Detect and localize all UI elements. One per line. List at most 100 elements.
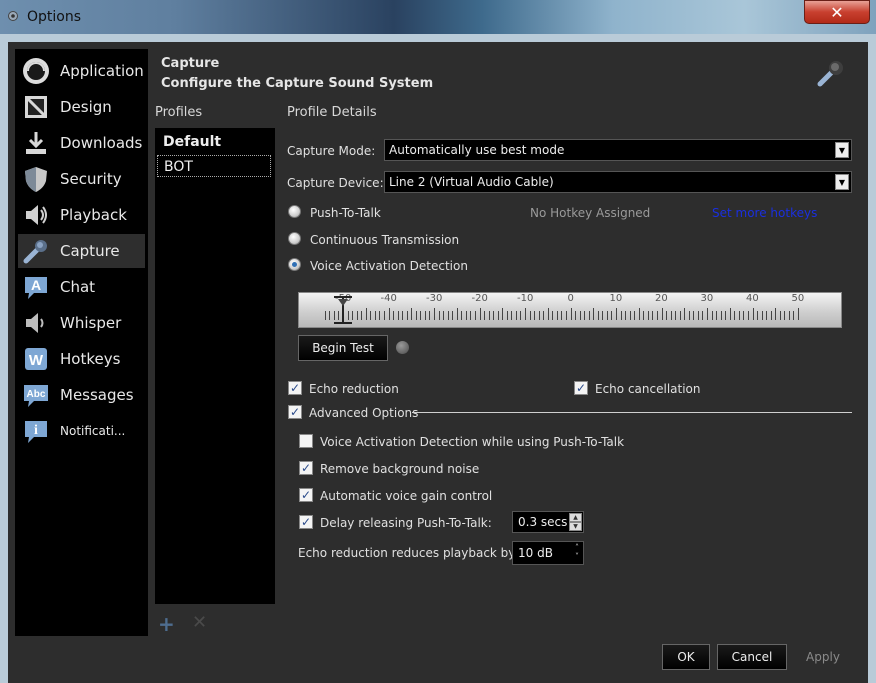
meter-tick [402,311,404,320]
meter-tick [406,311,408,320]
sidebar-item-downloads[interactable]: Downloads [18,126,145,160]
profile-item-default[interactable]: Default [157,131,271,153]
meter-tick [388,308,390,320]
auto-gain-label[interactable]: Automatic voice gain control [320,489,492,503]
echo-reduce-by-spinbox[interactable]: 10 dB ˄ ˅ [512,541,584,565]
echo-cancellation-label[interactable]: Echo cancellation [595,382,701,396]
vad-radio[interactable] [288,258,301,271]
vad-while-ptt-label[interactable]: Voice Activation Detection while using P… [320,435,624,449]
spin-down-icon[interactable]: ▼ [569,522,582,531]
meter-tick [588,311,590,320]
spin-up-icon[interactable]: ▲ [569,513,582,522]
continuous-radio[interactable] [288,232,301,245]
meter-tick [470,311,472,320]
meter-tick [684,308,686,320]
cancel-button[interactable]: Cancel [717,644,787,670]
spin-down-icon[interactable]: ˅ [575,552,579,562]
sidebar-item-application[interactable]: Application [18,54,145,88]
continuous-label[interactable]: Continuous Transmission [310,233,459,247]
meter-tick [666,311,668,320]
echo-reduction-label[interactable]: Echo reduction [309,382,399,396]
meter-tick [752,308,754,320]
page-subtitle: Configure the Capture Sound System [161,76,434,91]
meter-tick [743,311,745,320]
sidebar-item-design[interactable]: Design [18,90,145,124]
profile-item-bot[interactable]: BOT [157,155,271,177]
meter-tick [798,308,799,320]
remove-profile-button[interactable]: ✕ [192,612,207,633]
window-title: Options [27,9,82,25]
design-brush-icon [22,93,50,121]
capture-device-select[interactable]: Line 2 (Virtual Audio Cable) ▼ [384,171,852,193]
meter-tick [675,311,677,320]
ptt-label[interactable]: Push-To-Talk [310,206,381,220]
meter-tick [447,311,449,320]
ok-button[interactable]: OK [662,644,710,670]
add-profile-button[interactable]: + [158,612,175,636]
capture-mode-select[interactable]: Automatically use best mode ▼ [384,139,852,161]
meter-tick [616,308,617,320]
meter-tick-label: 30 [700,293,714,304]
meter-tick [606,311,608,320]
delay-ptt-spinbox[interactable]: 0.3 secs ▲ ▼ [512,511,584,533]
begin-test-button[interactable]: Begin Test [298,335,388,361]
meter-tick [324,311,326,320]
profiles-list[interactable]: Default BOT [155,128,275,604]
chevron-down-icon[interactable]: ▼ [835,142,849,158]
meter-tick [747,311,749,320]
meter-tick [520,311,522,320]
meter-tick [429,311,431,320]
advanced-options-label[interactable]: Advanced Options [309,406,418,420]
meter-tick [370,311,372,320]
meter-tick-label: 50 [791,293,805,304]
remove-noise-label[interactable]: Remove background noise [320,462,479,476]
no-hotkey-text: No Hotkey Assigned [530,206,651,220]
sidebar: Application Design Downloads Security Pl… [15,49,148,636]
close-button[interactable]: ✕ [804,0,870,24]
sidebar-item-capture[interactable]: Capture [18,234,145,268]
threshold-slider-handle[interactable] [331,294,355,326]
page-title: Capture [161,56,220,71]
meter-tick [361,311,363,320]
meter-tick [474,311,476,320]
set-more-hotkeys-link[interactable]: Set more hotkeys [712,206,817,220]
meter-tick [565,311,567,320]
echo-cancellation-checkbox[interactable]: ✓ [574,381,588,395]
meter-tick [729,308,731,320]
sidebar-item-notifications[interactable]: i Notificati... [18,414,145,448]
chevron-down-icon[interactable]: ▼ [835,174,849,190]
sidebar-item-label: Downloads [60,134,143,152]
meter-tick [602,311,604,320]
delay-ptt-label[interactable]: Delay releasing Push-To-Talk: [320,516,492,530]
meter-tick [611,311,613,320]
echo-reduction-checkbox[interactable]: ✓ [288,381,302,395]
vad-while-ptt-checkbox[interactable] [299,434,313,448]
vad-label[interactable]: Voice Activation Detection [310,259,468,273]
meter-tick [697,311,699,320]
meter-tick [434,308,435,320]
apply-button[interactable]: Apply [790,644,856,670]
sidebar-item-chat[interactable]: A Chat [18,270,145,304]
meter-tick [652,311,654,320]
meter-tick [397,311,399,320]
sidebar-item-whisper[interactable]: Whisper [18,306,145,340]
remove-noise-checkbox[interactable]: ✓ [299,461,313,475]
meter-tick-label: 40 [746,293,759,304]
vad-level-meter[interactable]: -50 -40 -30 -20 -10 0 10 20 30 40 50 [298,292,842,328]
auto-gain-checkbox[interactable]: ✓ [299,488,313,502]
echo-reduce-by-value: 10 dB [518,546,553,560]
meter-tick [497,311,499,320]
sidebar-item-hotkeys[interactable]: W Hotkeys [18,342,145,376]
advanced-options-checkbox[interactable]: ✓ [288,405,302,419]
delay-ptt-checkbox[interactable]: ✓ [299,515,313,529]
meter-tick [734,311,736,320]
sidebar-item-playback[interactable]: Playback [18,198,145,232]
sidebar-item-messages[interactable]: Abc Messages [18,378,145,412]
ptt-radio[interactable] [288,205,301,218]
sidebar-item-security[interactable]: Security [18,162,145,196]
meter-tick [452,311,454,320]
meter-tick [561,311,563,320]
meter-tick [716,311,718,320]
meter-tick [365,308,367,320]
meter-tick-label: 0 [567,293,574,304]
